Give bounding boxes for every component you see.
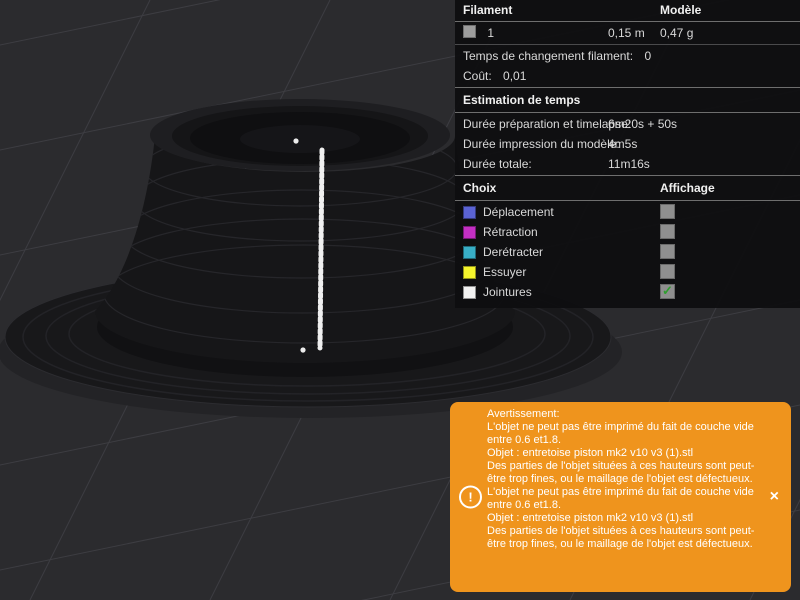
retraction-visibility-checkbox[interactable] xyxy=(660,224,675,239)
wipe-color-swatch xyxy=(463,265,476,279)
divider xyxy=(455,200,800,201)
retraction-color-swatch xyxy=(463,225,476,239)
filament-color-swatch xyxy=(463,25,476,38)
filament-change-value: 0 xyxy=(644,49,652,63)
legend-label: Jointures xyxy=(483,285,532,299)
time-row-model: Durée impression du modèle: 4m5s xyxy=(463,137,638,151)
warning-message: Avertissement: L'objet ne peut pas être … xyxy=(487,408,755,550)
filament-weight: 0,47 g xyxy=(660,26,694,40)
legend-label: Rétraction xyxy=(483,225,538,239)
legend-label: Déplacement xyxy=(483,205,554,219)
filament-change-row: Temps de changement filament: 0 xyxy=(455,46,800,66)
travel-visibility-checkbox[interactable] xyxy=(660,204,675,219)
legend-row-jointures: Jointures ✓ xyxy=(455,282,800,302)
warning-toast: ! Avertissement: L'objet ne peut pas êtr… xyxy=(450,402,791,592)
legend-row-essuyer: Essuyer xyxy=(455,262,800,282)
options-column-header: Choix xyxy=(463,181,497,195)
legend-label: Derétracter xyxy=(483,245,544,259)
columns-header-row: Filament Modèle xyxy=(455,0,800,20)
legend-header-row: Choix Affichage xyxy=(455,177,800,199)
warning-icon: ! xyxy=(459,485,482,509)
travel-color-swatch xyxy=(463,205,476,219)
filament-column-header: Filament xyxy=(463,3,513,17)
display-column-header: Affichage xyxy=(660,181,715,195)
cost-value: 0,01 xyxy=(503,69,527,83)
wipe-visibility-checkbox[interactable] xyxy=(660,264,675,279)
close-icon[interactable]: × xyxy=(770,489,779,505)
filament-row[interactable]: 1 0,15 m 0,47 g xyxy=(455,23,800,43)
filament-change-label: Temps de changement filament: xyxy=(463,49,634,63)
time-row-preparation: Durée préparation et timelapse: 6m20s + … xyxy=(463,117,678,131)
seams-color-swatch xyxy=(463,285,476,299)
divider xyxy=(455,44,800,45)
legend-row-deplacement: Déplacement xyxy=(455,202,800,222)
filament-length: 0,15 m xyxy=(608,26,645,40)
divider xyxy=(455,112,800,113)
cost-label: Coût: xyxy=(463,69,492,83)
divider xyxy=(455,21,800,22)
slicer-window: Filament Modèle 1 0,15 m 0,47 g Temps de… xyxy=(0,0,800,600)
divider xyxy=(455,175,800,176)
time-section-header: Estimation de temps xyxy=(463,93,581,107)
divider xyxy=(455,87,800,88)
unretraction-color-swatch xyxy=(463,245,476,259)
filament-id: 1 xyxy=(487,26,495,40)
legend-label: Essuyer xyxy=(483,265,527,279)
legend-row-retraction: Rétraction xyxy=(455,222,800,242)
model-column-header: Modèle xyxy=(660,3,702,17)
preview-stats-panel: Filament Modèle 1 0,15 m 0,47 g Temps de… xyxy=(455,0,800,308)
seams-visibility-checkbox[interactable]: ✓ xyxy=(660,284,675,299)
legend-row-deretracter: Derétracter xyxy=(455,242,800,262)
cost-row: Coût: 0,01 xyxy=(455,66,800,86)
unretraction-visibility-checkbox[interactable] xyxy=(660,244,675,259)
time-row-total: Durée totale: 11m16s xyxy=(463,157,650,171)
